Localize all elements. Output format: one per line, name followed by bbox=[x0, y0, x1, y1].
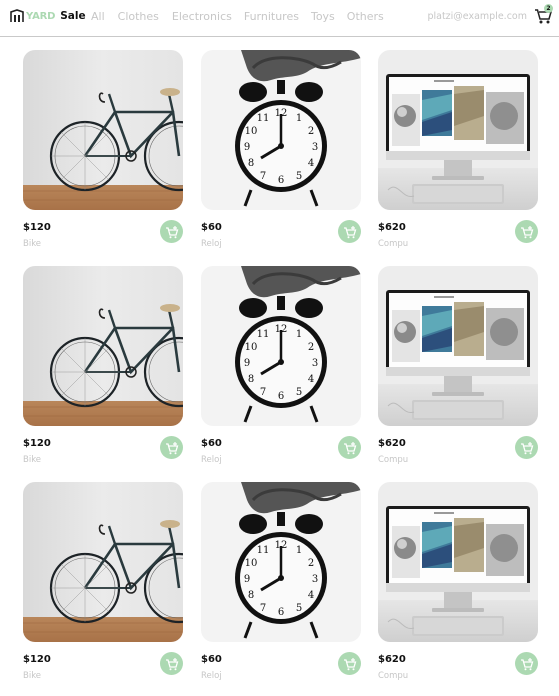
product-card[interactable]: $60 Reloj bbox=[201, 266, 361, 472]
product-price: $120 bbox=[23, 438, 51, 449]
product-image-computer[interactable] bbox=[378, 266, 538, 426]
product-name: Reloj bbox=[201, 239, 222, 249]
product-image-clock[interactable] bbox=[201, 50, 361, 210]
product-price: $60 bbox=[201, 654, 222, 665]
add-to-cart-icon bbox=[343, 441, 356, 454]
product-name: Bike bbox=[23, 455, 42, 465]
nav-link-clothes[interactable]: Clothes bbox=[118, 10, 159, 23]
product-name: Bike bbox=[23, 239, 42, 249]
product-name: Compu bbox=[378, 239, 409, 249]
product-image-computer[interactable] bbox=[378, 50, 538, 210]
product-price: $60 bbox=[201, 438, 222, 449]
shopping-cart-button[interactable]: 2 bbox=[534, 4, 553, 24]
product-name: Reloj bbox=[201, 671, 222, 681]
nav-link-all[interactable]: All bbox=[91, 10, 105, 23]
add-to-cart-icon bbox=[520, 441, 533, 454]
product-price: $620 bbox=[378, 438, 406, 449]
user-email[interactable]: platzi@example.com bbox=[427, 11, 527, 22]
add-to-cart-icon bbox=[343, 225, 356, 238]
add-to-cart-button[interactable] bbox=[338, 436, 361, 459]
add-to-cart-button[interactable] bbox=[338, 220, 361, 243]
product-price: $620 bbox=[378, 654, 406, 665]
product-card[interactable]: $620 Compu bbox=[378, 482, 538, 688]
nav-link-others[interactable]: Others bbox=[347, 10, 384, 23]
nav-link-toys[interactable]: Toys bbox=[311, 10, 335, 23]
add-to-cart-icon bbox=[165, 225, 178, 238]
logo-name-text: Sale bbox=[60, 10, 86, 22]
product-card[interactable]: $120 Bike bbox=[23, 482, 183, 688]
navbar: YARD Sale All Clothes Electronics Furnit… bbox=[0, 0, 559, 37]
product-card[interactable]: $620 Compu bbox=[378, 50, 538, 256]
product-card[interactable]: $120 Bike bbox=[23, 266, 183, 472]
product-image-bike[interactable] bbox=[23, 50, 183, 210]
cart-count-badge: 2 bbox=[544, 4, 553, 13]
product-card[interactable]: $620 Compu bbox=[378, 266, 538, 472]
product-price: $620 bbox=[378, 222, 406, 233]
add-to-cart-icon bbox=[343, 657, 356, 670]
product-image-computer[interactable] bbox=[378, 482, 538, 642]
add-to-cart-icon bbox=[520, 225, 533, 238]
add-to-cart-button[interactable] bbox=[338, 652, 361, 675]
logo-accent-text: YARD bbox=[26, 10, 56, 22]
add-to-cart-button[interactable] bbox=[160, 436, 183, 459]
product-price: $120 bbox=[23, 654, 51, 665]
add-to-cart-button[interactable] bbox=[515, 652, 538, 675]
product-price: $120 bbox=[23, 222, 51, 233]
product-name: Compu bbox=[378, 455, 409, 465]
add-to-cart-icon bbox=[520, 657, 533, 670]
add-to-cart-button[interactable] bbox=[515, 220, 538, 243]
product-image-bike[interactable] bbox=[23, 266, 183, 426]
product-card[interactable]: $60 Reloj bbox=[201, 482, 361, 688]
add-to-cart-button[interactable] bbox=[160, 652, 183, 675]
product-card[interactable]: $60 Reloj bbox=[201, 50, 361, 256]
product-name: Reloj bbox=[201, 455, 222, 465]
product-image-clock[interactable] bbox=[201, 482, 361, 642]
nav-link-electronics[interactable]: Electronics bbox=[172, 10, 232, 23]
nav-link-furnitures[interactable]: Furnitures bbox=[244, 10, 299, 23]
product-image-bike[interactable] bbox=[23, 482, 183, 642]
product-price: $60 bbox=[201, 222, 222, 233]
product-name: Bike bbox=[23, 671, 42, 681]
product-card[interactable]: $120 Bike bbox=[23, 50, 183, 256]
add-to-cart-button[interactable] bbox=[160, 220, 183, 243]
product-image-clock[interactable] bbox=[201, 266, 361, 426]
add-to-cart-icon bbox=[165, 657, 178, 670]
category-nav: All Clothes Electronics Furnitures Toys … bbox=[91, 10, 384, 23]
logo-icon bbox=[10, 9, 24, 22]
product-name: Compu bbox=[378, 671, 409, 681]
add-to-cart-icon bbox=[165, 441, 178, 454]
add-to-cart-button[interactable] bbox=[515, 436, 538, 459]
logo[interactable]: YARD Sale bbox=[10, 8, 86, 24]
